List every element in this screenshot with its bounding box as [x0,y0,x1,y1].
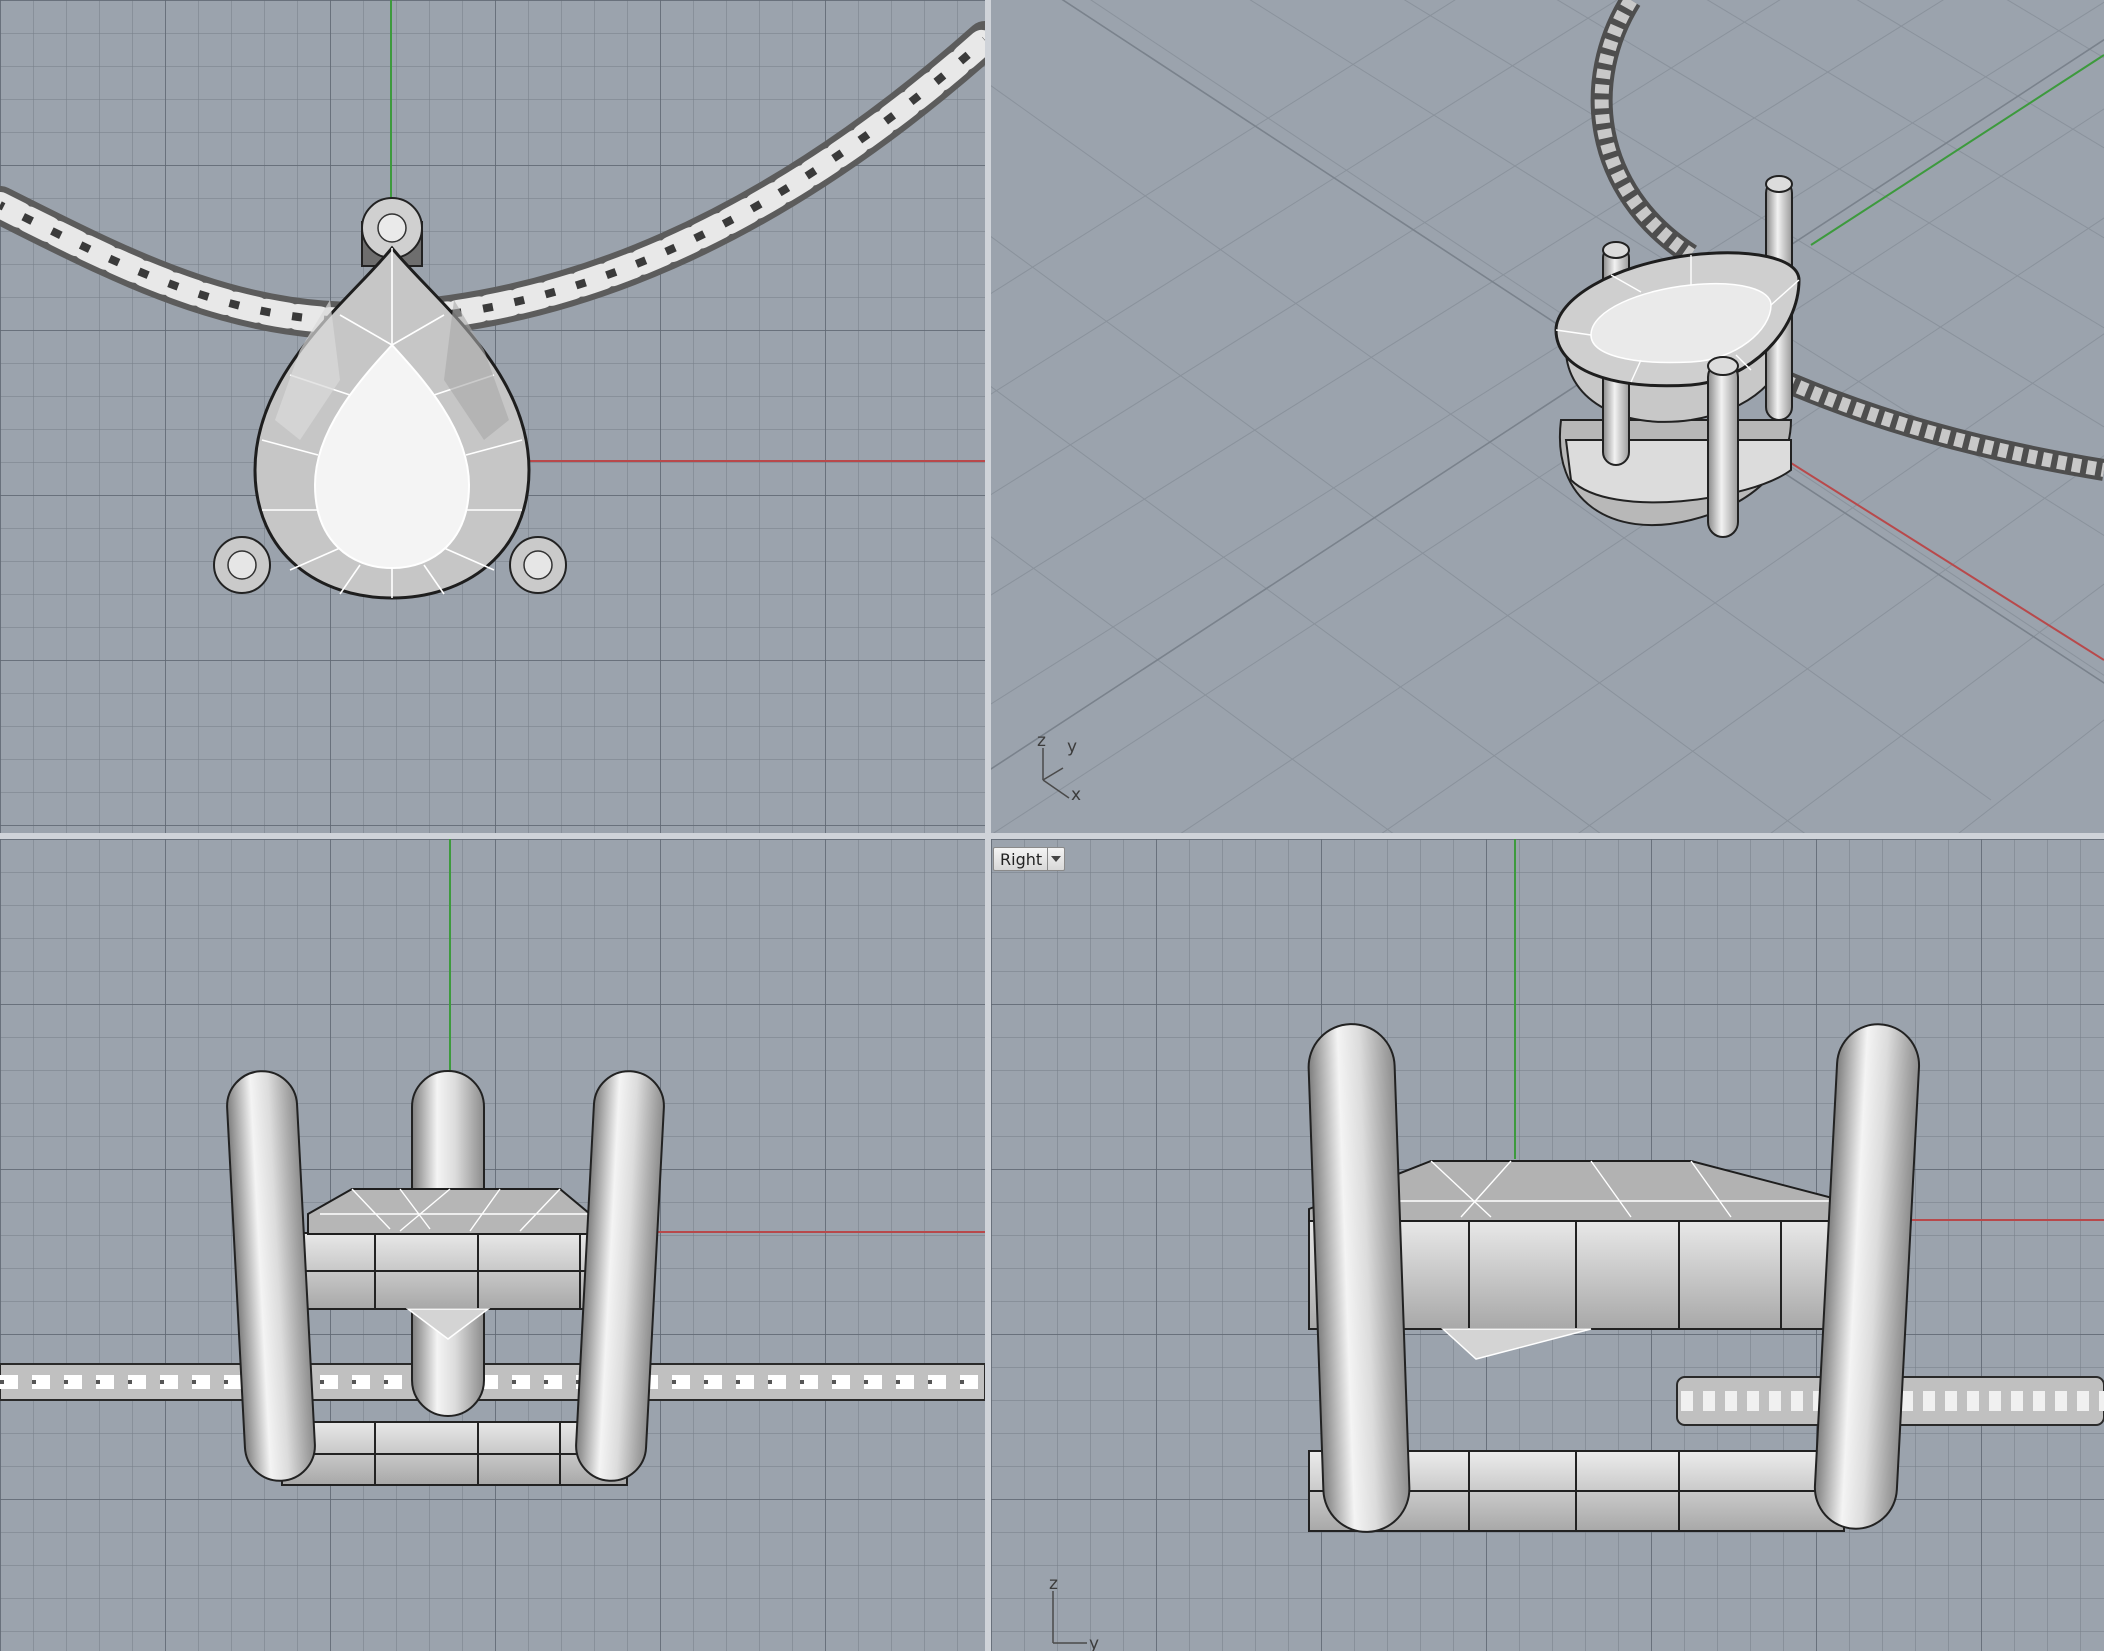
gizmo-z-label: z [1037,731,1046,751]
viewport-front[interactable] [0,839,985,1651]
top-view-scene [0,0,985,600]
gizmo-x-label: x [1071,785,1081,805]
gizmo-y-label: y [1089,1634,1099,1651]
chevron-down-icon[interactable] [1047,848,1064,870]
gizmo-z-label: z [1049,1579,1058,1594]
viewport-title-label: Right [1000,849,1043,869]
right-view-scene [1307,839,2104,1533]
chain [0,1363,985,1401]
prong-right [575,1070,665,1482]
viewport-right[interactable]: Right z y [991,839,2104,1651]
front-view-scene [0,839,985,1486]
viewport-title-right[interactable]: Right [993,847,1066,871]
prong-left [226,1070,316,1482]
perspective-grid [991,0,2104,833]
prong-right [1813,1023,1921,1530]
viewport-perspective[interactable]: z y x [991,0,2104,833]
perspective-scene [991,0,2104,833]
y-axis-line [1810,54,2104,246]
upper-band [299,1232,631,1310]
axis-gizmo: z y [1049,1579,1099,1651]
lower-band [281,1421,628,1486]
prong-left [1307,1023,1411,1533]
gizmo-y-label: y [1067,737,1077,757]
axis-gizmo: z y x [1037,731,1081,805]
prong-right [509,536,567,594]
viewport-top[interactable] [0,0,985,833]
chain [0,21,985,340]
prong-left [213,536,271,594]
